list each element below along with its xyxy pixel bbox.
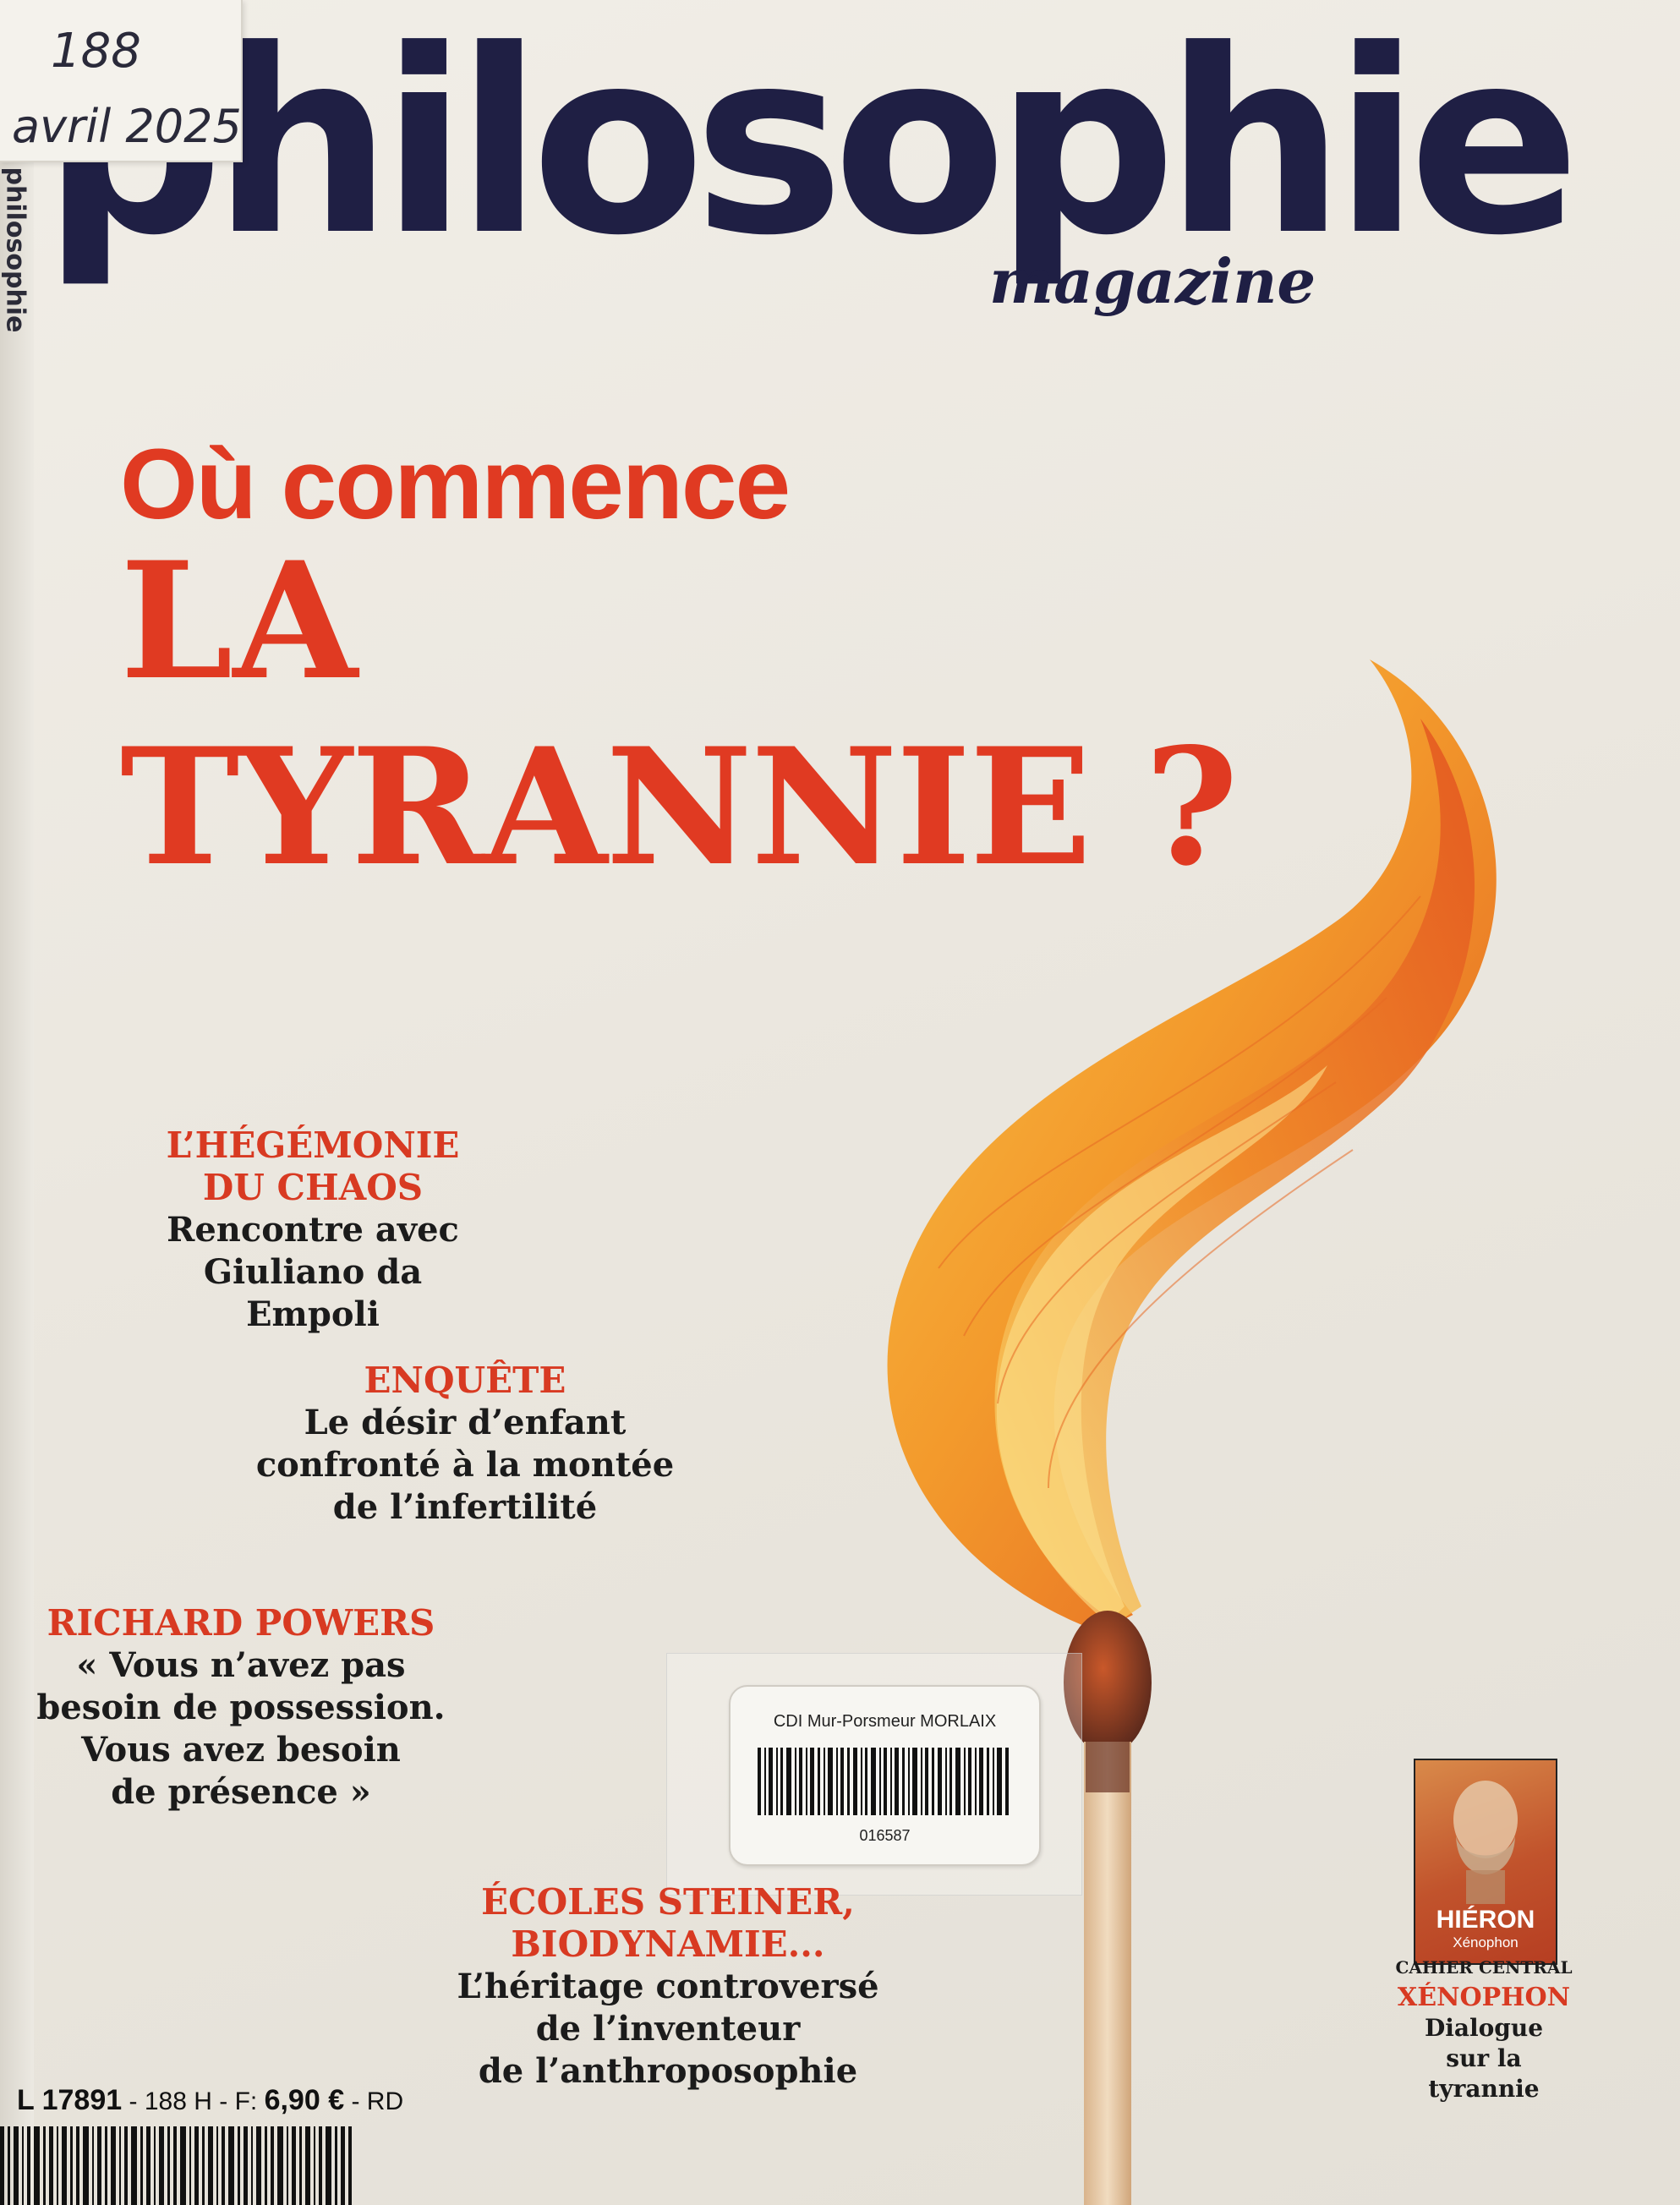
price-issue: 188 H: [144, 2087, 212, 2115]
library-label-title: CDI Mur-Porsmeur MORLAIX: [773, 1712, 997, 1731]
spine-title: philosophie: [0, 167, 30, 333]
story-deck: de l’infertilité: [332, 1487, 598, 1527]
story-hegemonie: L’HÉGÉMONIE DU CHAOS Rencontre avec Giul…: [152, 1124, 473, 1336]
story-deck: de présence »: [111, 1772, 371, 1812]
story-deck: besoin de possession.: [36, 1688, 446, 1727]
story-deck: de l’anthroposophie: [478, 2051, 858, 2091]
story-deck: de l’inventeur: [535, 2009, 801, 2049]
story-deck: Le désir d’enfant: [304, 1403, 627, 1442]
price-prefix: F:: [234, 2087, 258, 2115]
bust-portrait: [1453, 1781, 1518, 1904]
story-ecoles-steiner: ÉCOLES STEINER, BIODYNAMIE... L’héritage…: [448, 1881, 888, 2093]
story-richard-powers: RICHARD POWERS « Vous n’avez pas besoin …: [34, 1602, 448, 1814]
story-deck: L’héritage controversé: [457, 1967, 879, 2006]
story-kicker: BIODYNAMIE...: [511, 1923, 825, 1965]
story-kicker: ENQUÊTE: [364, 1360, 566, 1401]
price-amount: 6,90 €: [264, 2084, 345, 2116]
story-kicker: L’HÉGÉMONIE: [166, 1124, 460, 1166]
story-deck: Rencontre avec: [167, 1210, 459, 1250]
story-deck: Vous avez besoin: [81, 1730, 401, 1770]
price-line: L 17891 - 188 H - F: 6,90 € - RD: [17, 2084, 404, 2116]
story-kicker: RICHARD POWERS: [47, 1602, 435, 1644]
story-deck: confronté à la montée: [255, 1445, 675, 1485]
story-deck: « Vous n’avez pas: [76, 1645, 406, 1685]
story-kicker: DU CHAOS: [202, 1167, 424, 1208]
story-kicker: ÉCOLES STEINER,: [481, 1881, 855, 1923]
retail-barcode: [0, 2126, 352, 2205]
handwritten-issue-number: 188: [51, 24, 141, 79]
supplement-label: CAHIER CENTRAL: [1395, 1957, 1573, 1978]
story-deck: Giuliano da Empoli: [203, 1252, 423, 1334]
supplement-cover-author: Xénophon: [1453, 1934, 1519, 1951]
library-label-code: 016587: [859, 1827, 911, 1844]
price-code: L 17891: [17, 2084, 123, 2116]
supplement-cover-title: HIÉRON: [1436, 1906, 1535, 1934]
masthead-subtitle: magazine: [989, 245, 1316, 317]
supplement-deck: sur la tyrannie: [1428, 2044, 1540, 2103]
magazine-spine: [0, 161, 34, 2205]
supplement-cover-thumbnail: HIÉRON Xénophon: [1414, 1759, 1557, 1965]
supplement-kicker: XÉNOPHON: [1397, 1983, 1571, 2012]
library-label: CDI Mur-Porsmeur MORLAIX 016587: [729, 1685, 1041, 1866]
supplement-coverline: CAHIER CENTRAL XÉNOPHON Dialogue sur la …: [1387, 1957, 1581, 2104]
handwritten-date: avril 2025: [12, 100, 242, 153]
headline-line-1: Où commence: [120, 429, 791, 540]
library-barcode: [758, 1748, 1009, 1815]
story-enquete: ENQUÊTE Le désir d’enfant confronté à la…: [245, 1360, 685, 1529]
headline-line-2: LA: [120, 527, 358, 715]
price-suffix: RD: [366, 2087, 404, 2115]
supplement-deck: Dialogue: [1424, 2014, 1544, 2042]
